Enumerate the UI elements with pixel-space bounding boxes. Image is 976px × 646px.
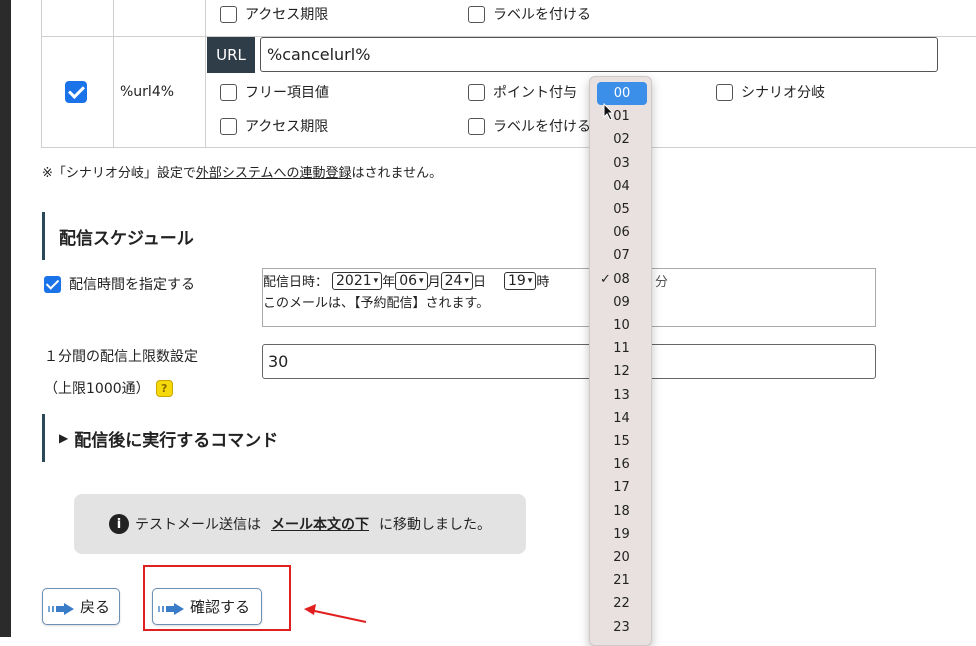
row-enable-checkbox[interactable] bbox=[65, 81, 87, 103]
mouse-cursor-icon bbox=[603, 103, 615, 121]
limit-sublabel-row: （上限1000通） ? bbox=[44, 378, 173, 398]
minute-option-20[interactable]: 20 bbox=[590, 546, 653, 569]
minute-option-23[interactable]: 23 bbox=[590, 616, 653, 639]
option-label-top[interactable]: ラベルを付ける bbox=[468, 4, 591, 24]
option-access-limit-top[interactable]: アクセス期限 bbox=[220, 4, 328, 24]
option-access-limit[interactable]: アクセス期限 bbox=[220, 116, 328, 136]
note-text: ※「シナリオ分岐」設定で外部システムへの連動登録はされません。 bbox=[42, 166, 443, 181]
minute-dropdown[interactable]: 00 01 02 03 04 05 06 07 08 ✓ 09 10 11 12 13 14 15 16 17 18 1… bbox=[589, 76, 652, 646]
url-tag: URL bbox=[207, 37, 255, 73]
info-icon: i bbox=[109, 514, 129, 534]
day-select[interactable]: 24 ▾ bbox=[440, 271, 473, 290]
minute-option-14[interactable]: 14 bbox=[590, 407, 653, 430]
minute-option-00[interactable]: 00 bbox=[597, 82, 647, 105]
window-left-edge bbox=[0, 0, 11, 637]
minute-option-15[interactable]: 15 bbox=[590, 430, 653, 453]
limit-label: １分間の配信上限数設定 bbox=[44, 349, 198, 365]
triangle-right-icon: ▶ bbox=[59, 431, 69, 445]
minute-option-21[interactable]: 21 bbox=[590, 569, 653, 592]
minute-unit: 分 bbox=[655, 275, 669, 290]
chevron-down-icon: ▾ bbox=[419, 275, 424, 286]
annotation-highlight-box bbox=[143, 565, 291, 631]
minute-option-06[interactable]: 06 bbox=[590, 221, 653, 244]
minute-option-07[interactable]: 07 bbox=[590, 244, 653, 267]
info-box: i テストメール送信は メール本文の下 に移動しました。 bbox=[74, 494, 526, 554]
option-scenario-branch[interactable]: シナリオ分岐 bbox=[716, 82, 825, 102]
minute-option-09[interactable]: 09 bbox=[590, 291, 653, 314]
year-select[interactable]: 2021 ▾ bbox=[332, 271, 383, 290]
minute-option-03[interactable]: 03 bbox=[590, 152, 653, 175]
hour-select[interactable]: 19 ▾ bbox=[503, 271, 537, 290]
checkbox[interactable] bbox=[468, 5, 485, 23]
help-icon[interactable]: ? bbox=[155, 379, 173, 397]
specify-time-toggle[interactable]: 配信時間を指定する bbox=[44, 274, 195, 294]
annotation-arrow-icon bbox=[304, 604, 367, 623]
arrow-right-icon bbox=[48, 601, 74, 615]
option-free-item[interactable]: フリー項目値 bbox=[220, 82, 329, 102]
datetime-row: 配信日時： 2021 ▾ 年 06 ▾ 月 24 ▾ 日 19 ▾ 時 bbox=[263, 271, 550, 290]
minute-option-13[interactable]: 13 bbox=[590, 384, 653, 407]
option-point[interactable]: ポイント付与 bbox=[468, 82, 577, 102]
checkbox[interactable] bbox=[220, 83, 237, 101]
minute-option-22[interactable]: 22 bbox=[590, 592, 653, 615]
minute-option-05[interactable]: 05 bbox=[590, 198, 653, 221]
chevron-down-icon: ▾ bbox=[373, 275, 379, 286]
checkbox[interactable] bbox=[220, 5, 237, 23]
minute-option-12[interactable]: 12 bbox=[590, 360, 653, 383]
variable-name: %url4% bbox=[120, 84, 175, 100]
minute-option-08[interactable]: 08 ✓ bbox=[590, 268, 653, 291]
minute-option-01[interactable]: 01 bbox=[590, 105, 653, 128]
checkbox[interactable] bbox=[716, 83, 733, 101]
back-button[interactable]: 戻る bbox=[42, 588, 120, 625]
option-label[interactable]: ラベルを付ける bbox=[468, 116, 591, 136]
chevron-down-icon: ▾ bbox=[464, 275, 469, 286]
specify-time-checkbox[interactable] bbox=[44, 275, 61, 293]
limit-input[interactable]: 30 bbox=[262, 344, 876, 379]
minute-option-19[interactable]: 19 bbox=[590, 523, 653, 546]
minute-option-11[interactable]: 11 bbox=[590, 337, 653, 360]
schedule-box: 配信日時： 2021 ▾ 年 06 ▾ 月 24 ▾ 日 19 ▾ 時 このメールは、【… bbox=[262, 268, 876, 327]
minute-option-16[interactable]: 16 bbox=[590, 453, 653, 476]
chevron-down-icon: ▾ bbox=[527, 275, 533, 286]
month-select[interactable]: 06 ▾ bbox=[395, 271, 428, 290]
checkbox[interactable] bbox=[468, 117, 485, 135]
minute-option-10[interactable]: 10 bbox=[590, 314, 653, 337]
url-input[interactable]: %cancelurl% bbox=[260, 37, 938, 72]
checkmark-icon: ✓ bbox=[600, 271, 611, 287]
checkbox[interactable] bbox=[220, 117, 237, 135]
minute-option-04[interactable]: 04 bbox=[590, 175, 653, 198]
mail-body-link[interactable]: メール本文の下 bbox=[271, 514, 369, 534]
minute-option-17[interactable]: 17 bbox=[590, 476, 653, 499]
minute-option-02[interactable]: 02 bbox=[590, 128, 653, 151]
command-section-title[interactable]: ▶ 配信後に実行するコマンド bbox=[42, 414, 278, 462]
external-system-link[interactable]: 外部システムへの連動登録 bbox=[196, 166, 352, 181]
minute-option-18[interactable]: 18 bbox=[590, 500, 653, 523]
checkbox[interactable] bbox=[468, 83, 485, 101]
schedule-message: このメールは、【予約配信】されます。 bbox=[263, 296, 490, 311]
schedule-section-title: 配信スケジュール bbox=[42, 212, 194, 260]
